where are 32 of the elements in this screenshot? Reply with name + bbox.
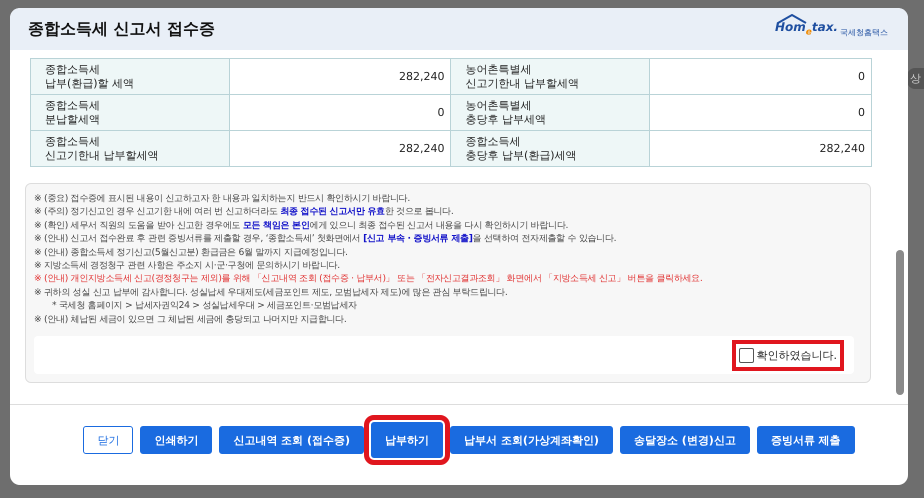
- value-cell: 0: [650, 58, 872, 94]
- action-button[interactable]: 송달장소 (변경)신고: [620, 426, 750, 454]
- notice-text: ※ (안내) 신고서 접수완료 후 관련 증빙서류를 제출할 경우, ‘종합소득세’ 첫화면에서 [신고 부속 · 증빙서류 제출]을 선택하여 전자제출할 수 있습니다.: [34, 232, 618, 246]
- logo-text: Hom$_{e}$tax.: [774, 20, 838, 38]
- notice-text: ※ (안내) 개인지방소득세 신고(경정청구는 제외)를 위해 「신고내역 조회 (접수증 · 납부서)」 또는 「전자신고결과조회」 화면에서 「지방소득세 신고」 버튼을 클릭하세요.: [34, 272, 704, 286]
- notice-text: ※ (안내) 체납된 세금이 있으면 그 체납된 세금에 충당되고 나머지만 지급합니다.: [34, 312, 348, 326]
- value-cell: 282,240: [650, 130, 872, 166]
- value-cell: 282,240: [229, 58, 451, 94]
- confirm-checkbox[interactable]: 확인하였습니다.: [732, 340, 844, 371]
- action-button[interactable]: 인쇄하기: [140, 426, 212, 454]
- logo-subtitle: 국세청홈택스: [840, 26, 888, 38]
- notice-text: ※ (확인) 세무서 직원의 도움을 받아 신고한 경우에도 모든 책임은 본인에게 있으니 최종 접수된 신고서 내용을 다시 확인하시기 바랍니다.: [34, 218, 570, 232]
- window-title: 종합소득세 신고서 접수증: [28, 18, 216, 40]
- label-cell: 농어촌특별세 충당후 납부세액: [450, 94, 650, 130]
- label-cell: 종합소득세 분납할세액: [30, 94, 230, 130]
- action-button[interactable]: 증빙서류 제출: [756, 426, 855, 454]
- label-cell: 종합소득세 납부(환급)할 세액: [30, 58, 230, 94]
- notice-text: ※ (중요) 접수증에 표시된 내용이 신고하고자 한 내용과 일치하는지 반드시 확인하시기 바랍니다.: [34, 192, 412, 206]
- value-cell: 282,240: [229, 130, 451, 166]
- label-cell: 농어촌특별세 신고기한내 납부할세액: [450, 58, 650, 94]
- notice-text: ※ (주의) 정기신고인 경우 신고기한 내에 여러 번 신고하더라도 최종 접수된 신고서만 유효한 것으로 봅니다.: [34, 205, 455, 219]
- notice-text: ※ 귀하의 성실 신고 납부에 감사합니다. 성실납세 우대제도(세금포인트 제도, 모범납세자 제도)에 많은 관심 부탁드립니다.: [34, 286, 508, 300]
- value-cell: 0: [650, 94, 872, 130]
- action-button[interactable]: 납부서 조회(가상계좌확인): [450, 426, 613, 454]
- action-button[interactable]: 신고내역 조회 (접수증): [219, 426, 364, 454]
- notice-text: * 국세청 홈페이지 > 납세자권익24 > 성실납세우대 > 세금포인트·모범납세자: [51, 299, 358, 313]
- action-button[interactable]: 닫기: [83, 426, 134, 454]
- value-cell: 0: [229, 94, 451, 130]
- notice-text: ※ 지방소득세 경정청구 관련 사항은 주소지 시·군·구청에 문의하시기 바랍니다.: [34, 259, 341, 272]
- label-cell: 종합소득세 신고기한내 납부할세액: [30, 130, 230, 166]
- notice-text: ※ (안내) 종합소득세 정기신고(5월신고분) 환급금은 6월 말까지 지급예정입니다.: [34, 246, 349, 260]
- label-cell: 종합소득세 충당후 납부(환급)세액: [450, 130, 650, 166]
